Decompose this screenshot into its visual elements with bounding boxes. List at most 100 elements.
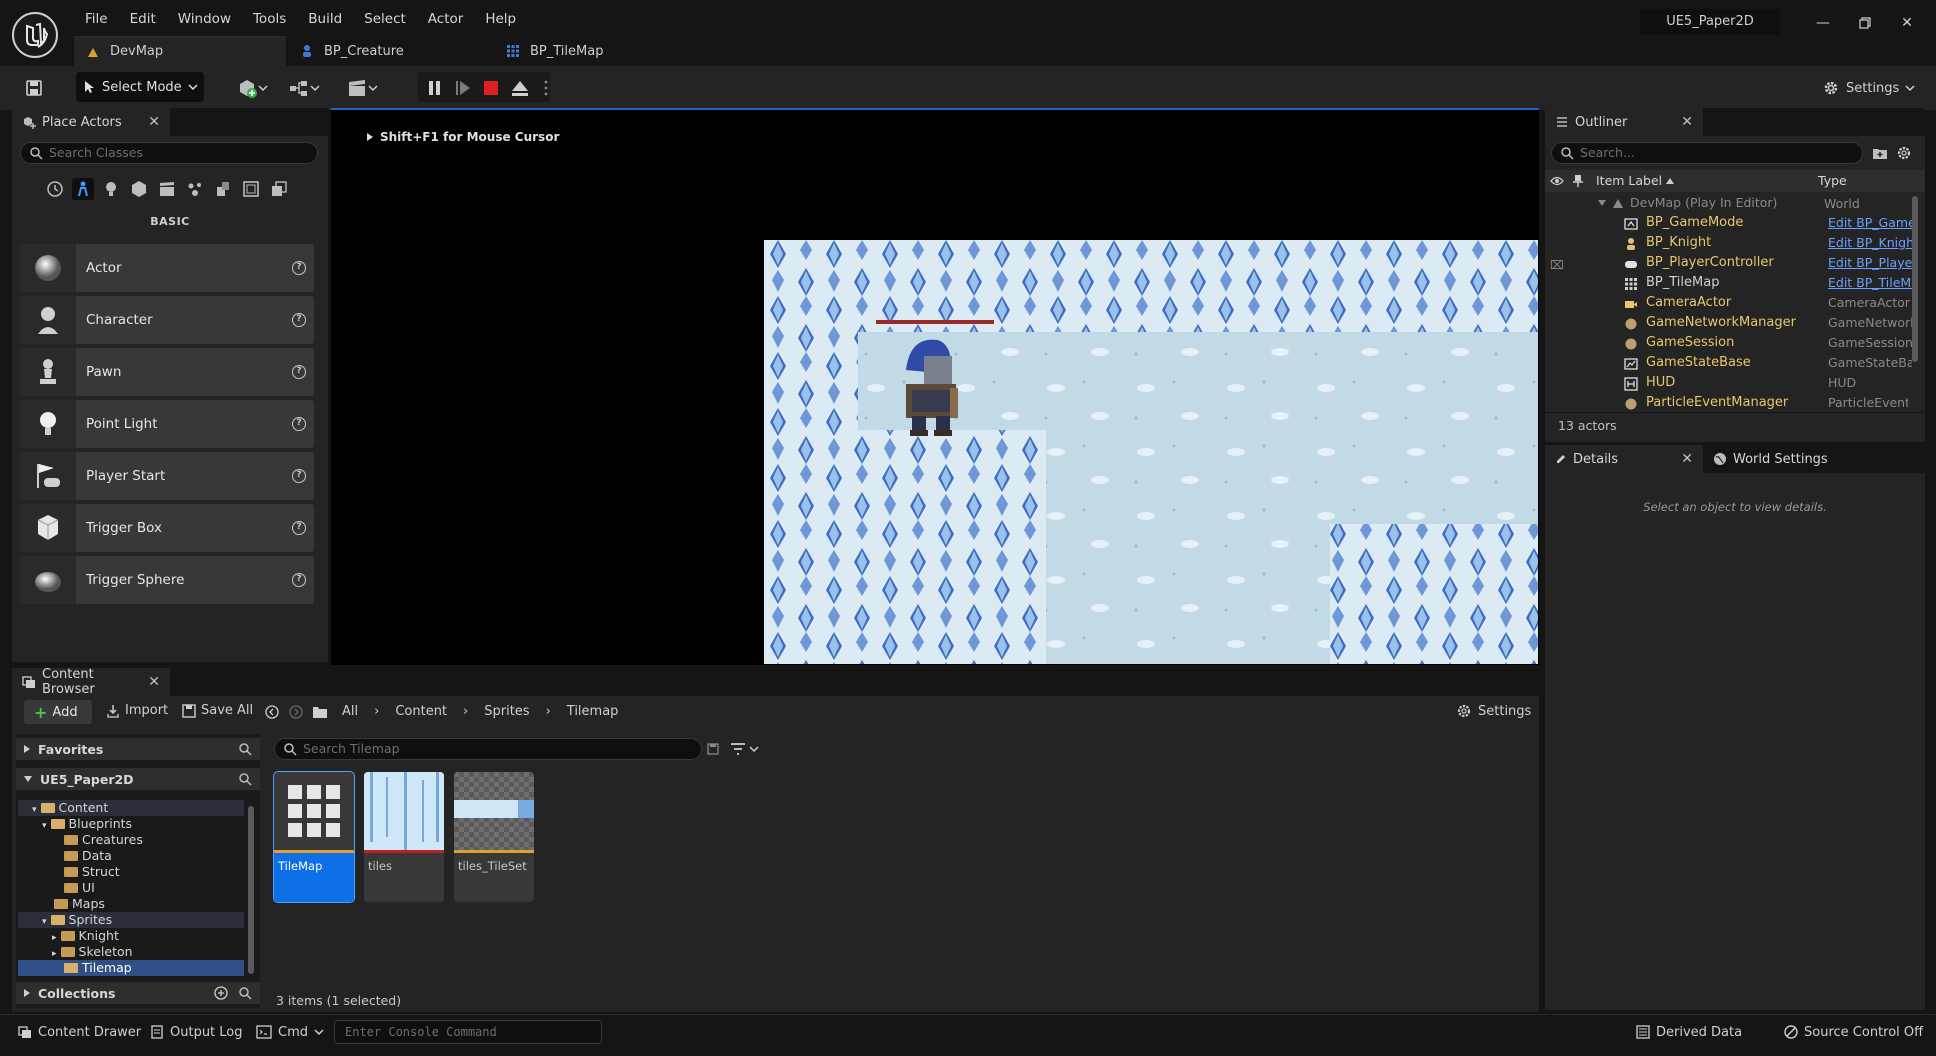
- tab-bp-creature[interactable]: BP_Creature: [288, 36, 488, 66]
- pin-icon[interactable]: [1572, 174, 1584, 188]
- tab-devmap[interactable]: DevMap: [74, 36, 286, 66]
- content-browser-settings-button[interactable]: Settings: [1456, 703, 1531, 719]
- unreal-logo-icon[interactable]: [12, 12, 58, 58]
- search-icon[interactable]: [238, 772, 252, 786]
- outliner-row[interactable]: BP_Knight Edit BP_Knight: [1548, 235, 1912, 255]
- add-folder-icon[interactable]: [1872, 145, 1888, 161]
- cinematic-category-icon[interactable]: [156, 178, 178, 200]
- geometry-category-icon[interactable]: [212, 178, 234, 200]
- row-type-link[interactable]: Edit BP_Knight: [1828, 235, 1912, 250]
- menu-help[interactable]: Help: [474, 8, 527, 30]
- save-icon[interactable]: [22, 72, 46, 104]
- outliner-search-input[interactable]: Search...: [1551, 142, 1863, 164]
- help-icon[interactable]: ?: [292, 469, 306, 483]
- actor-list-item[interactable]: Pawn ?: [20, 348, 314, 396]
- tab-content-browser[interactable]: Content Browser ✕: [12, 667, 170, 697]
- volumes-category-icon[interactable]: [240, 178, 262, 200]
- project-header[interactable]: UE5_Paper2D: [16, 768, 260, 790]
- visibility-eye-icon[interactable]: [1550, 175, 1564, 187]
- tab-world-settings[interactable]: World Settings: [1703, 445, 1838, 473]
- actor-list-item[interactable]: Actor ?: [20, 244, 314, 292]
- actor-list-item[interactable]: Point Light ?: [20, 400, 314, 448]
- search-icon[interactable]: [238, 986, 252, 1000]
- help-icon[interactable]: ?: [292, 365, 306, 379]
- menu-window[interactable]: Window: [167, 8, 242, 30]
- help-icon[interactable]: ?: [292, 573, 306, 587]
- row-type-link[interactable]: Edit BP_TileMap: [1828, 275, 1912, 290]
- shapes-category-icon[interactable]: [128, 178, 150, 200]
- visual-effects-category-icon[interactable]: [184, 178, 206, 200]
- save-all-button[interactable]: Save All: [182, 703, 253, 718]
- more-options-icon[interactable]: [540, 72, 552, 104]
- menu-build[interactable]: Build: [297, 8, 353, 30]
- close-tab-icon[interactable]: ✕: [1681, 114, 1693, 130]
- column-item-label[interactable]: Item Label: [1596, 173, 1675, 188]
- asset-search-input[interactable]: Search Tilemap: [274, 738, 702, 760]
- favorites-header[interactable]: Favorites: [16, 738, 260, 760]
- source-control-button[interactable]: Source Control Off: [1784, 1020, 1923, 1044]
- select-mode-dropdown[interactable]: Select Mode: [76, 72, 204, 102]
- stop-icon[interactable]: [480, 72, 502, 104]
- back-icon[interactable]: [264, 704, 280, 720]
- help-icon[interactable]: ?: [292, 313, 306, 327]
- breadcrumb-content[interactable]: Content: [395, 704, 447, 719]
- breadcrumb-all[interactable]: All: [342, 704, 358, 719]
- asset-tile-tileset[interactable]: tiles_TileSet: [454, 772, 534, 902]
- tree-item-struct[interactable]: Struct: [18, 864, 244, 880]
- knight-sprite[interactable]: [890, 330, 972, 442]
- outliner-row[interactable]: BP_TileMap Edit BP_TileMap: [1548, 275, 1912, 295]
- tree-item-data[interactable]: Data: [18, 848, 244, 864]
- tree-item-creatures[interactable]: Creatures: [18, 832, 244, 848]
- add-collection-icon[interactable]: [214, 986, 228, 1000]
- asset-tile-tilemap[interactable]: TileMap: [273, 771, 355, 903]
- menu-tools[interactable]: Tools: [242, 8, 297, 30]
- recent-icon[interactable]: [44, 178, 66, 200]
- menu-file[interactable]: File: [74, 8, 119, 30]
- tree-item-sprites[interactable]: ▾ Sprites: [18, 912, 244, 928]
- pause-icon[interactable]: [424, 72, 446, 104]
- tree-item-tilemap[interactable]: Tilemap: [18, 960, 244, 976]
- eject-icon[interactable]: [508, 72, 532, 104]
- actor-list-item[interactable]: Trigger Sphere ?: [20, 556, 314, 604]
- search-classes-input[interactable]: Search Classes: [20, 142, 318, 164]
- help-icon[interactable]: ?: [292, 417, 306, 431]
- search-icon[interactable]: [238, 742, 252, 756]
- cmd-dropdown[interactable]: Cmd: [256, 1020, 324, 1044]
- outliner-row[interactable]: GameStateBase GameStateBase: [1548, 355, 1912, 375]
- tab-details[interactable]: Details ✕: [1545, 445, 1703, 473]
- blueprint-menu-dropdown[interactable]: [288, 72, 326, 104]
- outliner-row[interactable]: BP_PlayerController Edit BP_PlayerContro…: [1548, 255, 1912, 275]
- tree-item-blueprints[interactable]: ▾ Blueprints: [18, 816, 244, 832]
- breadcrumb-tilemap[interactable]: Tilemap: [567, 704, 619, 719]
- outliner-row[interactable]: BP_GameMode Edit BP_GameMode: [1548, 215, 1912, 235]
- column-type[interactable]: Type: [1818, 173, 1847, 188]
- close-tab-icon[interactable]: ✕: [1681, 451, 1693, 467]
- actor-list-item[interactable]: Character ?: [20, 296, 314, 344]
- close-window-button[interactable]: ✕: [1892, 10, 1922, 36]
- console-command-input[interactable]: Enter Console Command: [334, 1020, 602, 1044]
- add-actor-dropdown[interactable]: [236, 72, 272, 104]
- outliner-row[interactable]: HUD HUD: [1548, 375, 1908, 395]
- actor-list-item[interactable]: Trigger Box ?: [20, 504, 314, 552]
- basic-category-icon[interactable]: [72, 178, 94, 200]
- breadcrumb-sprites[interactable]: Sprites: [484, 704, 529, 719]
- tree-item-maps[interactable]: Maps: [18, 896, 244, 912]
- output-log-button[interactable]: Output Log: [150, 1020, 243, 1044]
- close-tab-icon[interactable]: ✕: [148, 114, 160, 130]
- menu-actor[interactable]: Actor: [417, 8, 475, 30]
- collections-header[interactable]: Collections: [16, 982, 260, 1004]
- outliner-row[interactable]: ParticleEventManager ParticleEventManage…: [1548, 395, 1908, 411]
- tab-outliner[interactable]: Outliner ✕: [1545, 108, 1703, 136]
- help-icon[interactable]: ?: [292, 521, 306, 535]
- outliner-scrollbar[interactable]: [1912, 196, 1918, 362]
- outliner-row[interactable]: CameraActor CameraActor: [1548, 295, 1910, 315]
- lights-category-icon[interactable]: [100, 178, 122, 200]
- toolbar-settings-button[interactable]: Settings: [1822, 72, 1922, 104]
- menu-edit[interactable]: Edit: [119, 8, 167, 30]
- tree-item-ui[interactable]: UI: [18, 880, 244, 896]
- content-drawer-button[interactable]: Content Drawer: [18, 1020, 141, 1044]
- tree-item-content[interactable]: ▾ Content: [18, 800, 244, 816]
- row-type-link[interactable]: Edit BP_PlayerController: [1828, 255, 1912, 270]
- filter-dropdown[interactable]: [730, 742, 759, 756]
- outliner-row[interactable]: GameSession GameSession: [1548, 335, 1912, 355]
